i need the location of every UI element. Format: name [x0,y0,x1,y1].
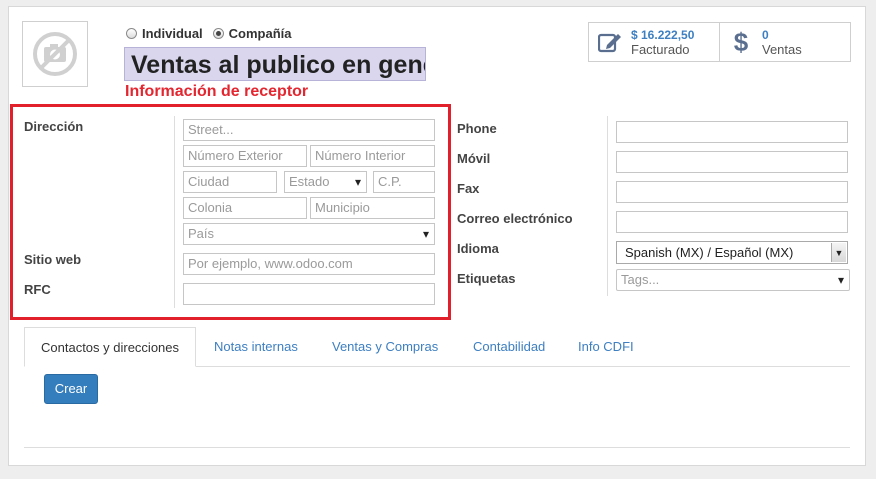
company-type-selector: Individual Compañía [126,26,302,41]
left-column-separator [174,116,175,308]
invoiced-amount: $ 16.222,50 [631,27,695,42]
tab-accounting[interactable]: Contabilidad [457,327,561,367]
website-label: Sitio web [24,252,82,267]
tab-cfdi-info[interactable]: Info CDFI [562,327,650,367]
no-photo-camera-icon [33,32,77,76]
right-column-separator [607,116,608,296]
dollar-icon: $ [733,26,749,57]
state-select[interactable]: Estado [284,171,367,193]
notebook-tabs: Contactos y direcciones Notas internas V… [24,327,850,367]
individual-radio-label[interactable]: Individual [142,26,203,41]
smart-buttons: $ 16.222,50 Facturado $ 0 Ventas [588,22,851,62]
website-input[interactable]: Por ejemplo, www.odoo.com [183,253,435,275]
email-label: Correo electrónico [457,211,573,226]
country-select-placeholder: País [188,226,215,241]
address-label: Dirección [24,119,84,134]
language-label: Idioma [457,241,499,256]
rfc-label: RFC [24,282,51,297]
company-radio[interactable] [212,28,224,39]
partner-name-input[interactable]: Ventas al publico en general [124,47,426,81]
receptor-info-annotation: Información de receptor [125,83,309,100]
invoiced-smart-button[interactable]: $ 16.222,50 Facturado [589,23,719,61]
fax-input[interactable] [616,181,848,203]
ext-number-input[interactable]: Número Exterior [183,145,307,167]
tags-label: Etiquetas [457,271,516,286]
tab-sales-purchases[interactable]: Ventas y Compras [316,327,454,367]
country-select[interactable]: País [183,223,435,245]
email-input[interactable] [616,211,848,233]
language-select-value: Spanish (MX) / Español (MX) [625,245,794,260]
tab-content-divider [24,447,850,448]
int-number-input[interactable]: Número Interior [310,145,435,167]
tab-internal-notes[interactable]: Notas internas [198,327,314,367]
edit-icon [597,29,623,55]
fax-label: Fax [457,181,480,196]
chevron-down-icon[interactable]: ▼ [831,243,846,262]
municipio-input[interactable]: Municipio [310,197,435,219]
tags-select[interactable]: Tags... [616,269,850,291]
language-select[interactable]: Spanish (MX) / Español (MX) ▼ [616,241,848,264]
rfc-input[interactable] [183,283,435,305]
individual-radio[interactable] [126,28,137,39]
company-radio-label[interactable]: Compañía [229,26,292,41]
sales-label: Ventas [762,41,802,57]
mobile-label: Móvil [457,151,491,166]
colonia-input[interactable]: Colonia [183,197,307,219]
city-input[interactable]: Ciudad [183,171,277,193]
partner-avatar[interactable] [22,21,88,87]
phone-input[interactable] [616,121,848,143]
state-select-placeholder: Estado [289,174,330,189]
create-button[interactable]: Crear [44,374,98,404]
mobile-input[interactable] [616,151,848,173]
street-input[interactable]: Street... [183,119,435,141]
zip-input[interactable]: C.P. [373,171,435,193]
sales-smart-button[interactable]: $ 0 Ventas [719,23,850,61]
invoiced-label: Facturado [631,41,690,57]
tags-select-placeholder: Tags... [621,272,660,287]
sales-count: 0 [762,27,769,42]
tab-contacts-addresses[interactable]: Contactos y direcciones [24,327,196,367]
phone-label: Phone [457,121,497,136]
